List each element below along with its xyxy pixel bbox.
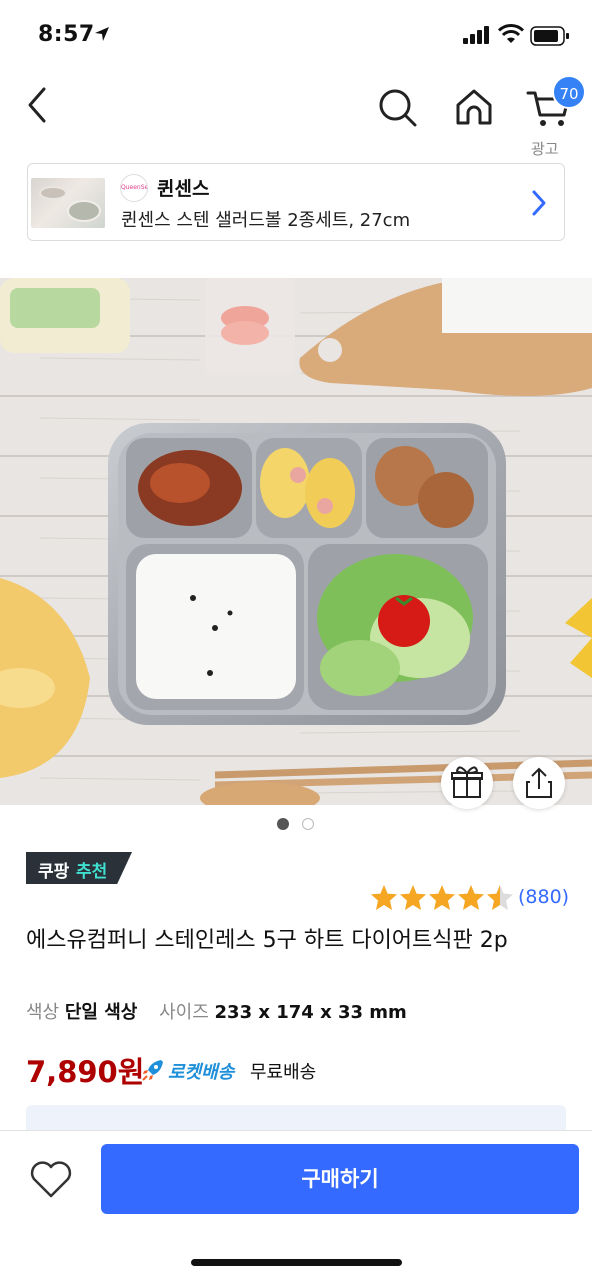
status-time: 8:57 [38,22,95,47]
product-image[interactable] [0,278,592,805]
free-shipping-label: 무료배송 [250,1062,317,1083]
cart-count-badge: 70 [552,75,586,109]
home-icon[interactable] [452,85,496,129]
product-price: 7,890원 [26,1055,145,1089]
wifi-icon [498,24,524,43]
gift-icon [451,766,483,798]
ad-product-card[interactable]: QueenSense 퀸센스 퀸센스 스텐 샐러드볼 2종세트, 27cm [27,163,565,241]
star-rating[interactable] [370,884,515,912]
chevron-right-icon [532,190,546,216]
option-color-value: 단일 색상 [64,1002,138,1023]
rocket-delivery-label: 로켓배송 [168,1062,235,1083]
product-title: 에스유컴퍼니 스테인레스 5구 하트 다이어트식판 2p [26,928,508,953]
back-icon[interactable] [22,83,62,127]
ad-brand-name: 퀸센스 [157,178,210,200]
option-color-key: 색상 [26,1002,60,1023]
product-options: 색상 단일 색상 사이즈 233 x 174 x 33 mm [26,998,423,1024]
carousel-indicator [0,818,592,832]
recommend-badge-label: 추천 [76,862,108,882]
heart-icon[interactable] [28,1158,74,1200]
buy-button[interactable]: 구매하기 [101,1144,579,1214]
location-arrow-icon [95,27,109,41]
option-size-value: 233 x 174 x 33 mm [214,1002,407,1023]
signal-icon [463,26,489,44]
ad-product-name: 퀸센스 스텐 샐러드볼 2종세트, 27cm [121,210,411,231]
brand-logo: QueenSense [120,174,148,202]
share-icon [526,767,552,798]
recommend-badge-brand: 쿠팡 [38,862,70,882]
status-bar: 8:57 [0,0,592,70]
rocket-icon [142,1060,163,1081]
nav-bar: 70 광고 [0,75,592,165]
carousel-dot-active[interactable] [277,818,289,830]
option-size-key: 사이즈 [159,1002,209,1023]
battery-icon [530,26,569,46]
share-button[interactable] [513,757,565,809]
ad-product-thumbnail [31,178,105,228]
search-icon[interactable] [375,85,419,129]
home-indicator[interactable] [191,1259,402,1266]
gift-button[interactable] [441,757,493,809]
review-count[interactable]: (880) [518,886,569,908]
ad-label: 광고 [531,140,559,158]
carousel-dot[interactable] [302,818,314,830]
product-photo [0,278,592,805]
